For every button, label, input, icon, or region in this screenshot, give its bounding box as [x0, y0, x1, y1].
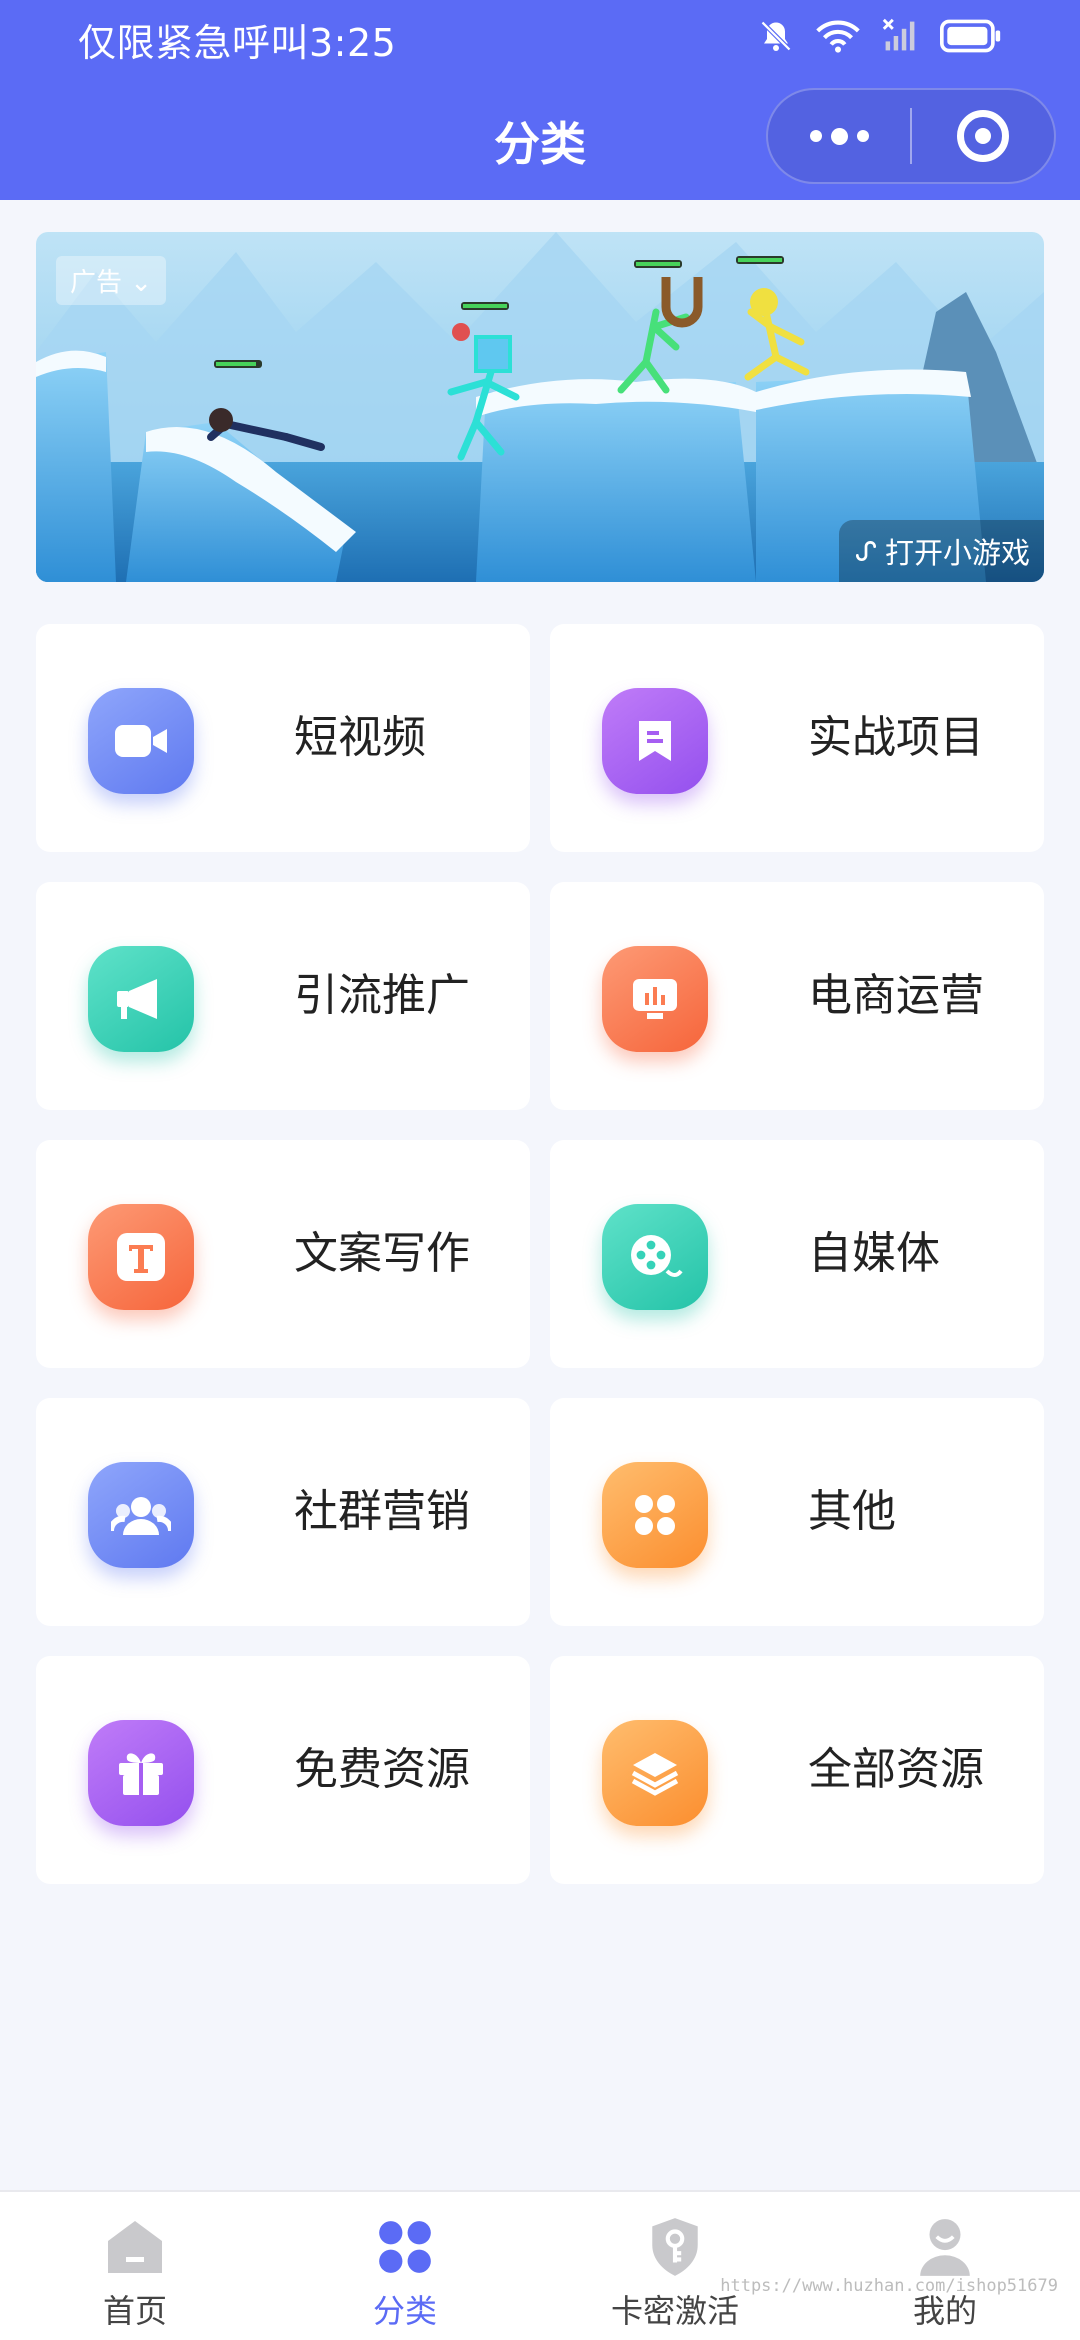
tab-label: 分类 [372, 2292, 437, 2330]
category-label: 引流推广 [294, 970, 470, 1021]
tab-category[interactable]: 分类 [270, 2192, 540, 2340]
category-label: 实战项目 [808, 712, 984, 763]
category-card-free-resources[interactable]: 免费资源 [36, 1656, 530, 1884]
mini-program-capsule [766, 88, 1056, 184]
chart-board-icon [602, 946, 708, 1052]
close-mini-program-button[interactable] [912, 90, 1054, 182]
category-label: 全部资源 [808, 1744, 984, 1795]
category-label: 其他 [808, 1486, 896, 1537]
category-card-self-media[interactable]: 自媒体 [550, 1140, 1044, 1368]
group-icon [88, 1462, 194, 1568]
layers-icon [602, 1720, 708, 1826]
ad-banner[interactable]: 广告 ⌄ 打开小游戏 [36, 232, 1044, 582]
user-icon [912, 2214, 978, 2280]
tab-mine[interactable]: 我的 [810, 2192, 1080, 2340]
tab-home[interactable]: 首页 [0, 2192, 270, 2340]
category-card-short-video[interactable]: 短视频 [36, 624, 530, 852]
category-label: 电商运营 [808, 970, 984, 1021]
category-card-community-marketing[interactable]: 社群营销 [36, 1398, 530, 1626]
category-label: 自媒体 [808, 1228, 940, 1279]
text-t-icon [88, 1204, 194, 1310]
open-game-button[interactable]: 打开小游戏 [838, 520, 1044, 582]
category-card-copywriting[interactable]: 文案写作 [36, 1140, 530, 1368]
category-card-practice-project[interactable]: 实战项目 [550, 624, 1044, 852]
ad-label: 广告 [70, 268, 123, 298]
category-label: 文案写作 [294, 1228, 470, 1279]
category-grid: 短视频 实战项目 引流推广 电商运营 文案写作 自媒体 社群营销 其他 免费资源… [36, 624, 1044, 1884]
mute-bell-icon [758, 18, 794, 58]
bookmark-icon [602, 688, 708, 794]
no-signal-icon [882, 18, 918, 58]
status-text: 仅限紧急呼叫3:25 [78, 21, 397, 65]
category-card-ecommerce[interactable]: 电商运营 [550, 882, 1044, 1110]
tab-label: 首页 [102, 2292, 167, 2330]
category-icon [372, 2214, 438, 2280]
category-card-all-resources[interactable]: 全部资源 [550, 1656, 1044, 1884]
target-close-icon [957, 110, 1009, 162]
chevron-down-icon: ⌄ [130, 268, 153, 298]
category-card-other[interactable]: 其他 [550, 1398, 1044, 1626]
wifi-icon [816, 18, 860, 58]
home-icon [102, 2214, 168, 2280]
category-label: 短视频 [294, 712, 426, 763]
tab-card-activation[interactable]: 卡密激活 [540, 2192, 810, 2340]
more-button[interactable] [768, 90, 910, 182]
header: 仅限紧急呼叫3:25 分类 [0, 0, 1080, 200]
video-camera-icon [88, 688, 194, 794]
status-bar: 仅限紧急呼叫3:25 [0, 0, 1080, 72]
mini-program-link-icon [853, 538, 879, 564]
category-label: 社群营销 [294, 1486, 470, 1537]
film-reel-icon [602, 1204, 708, 1310]
gift-icon [88, 1720, 194, 1826]
bottom-tab-bar: 首页 分类 卡密激活 我的 [0, 2190, 1080, 2340]
category-card-traffic-promotion[interactable]: 引流推广 [36, 882, 530, 1110]
watermark: https://www.huzhan.com/ishop51679 [720, 2276, 1058, 2296]
battery-icon [940, 19, 1002, 57]
status-icons [758, 18, 1002, 58]
four-petal-icon [602, 1462, 708, 1568]
shield-key-icon [642, 2214, 708, 2280]
ad-tag[interactable]: 广告 ⌄ [56, 256, 167, 305]
more-dots-icon [809, 127, 869, 145]
open-game-label: 打开小游戏 [884, 536, 1030, 570]
category-label: 免费资源 [294, 1744, 470, 1795]
megaphone-icon [88, 946, 194, 1052]
